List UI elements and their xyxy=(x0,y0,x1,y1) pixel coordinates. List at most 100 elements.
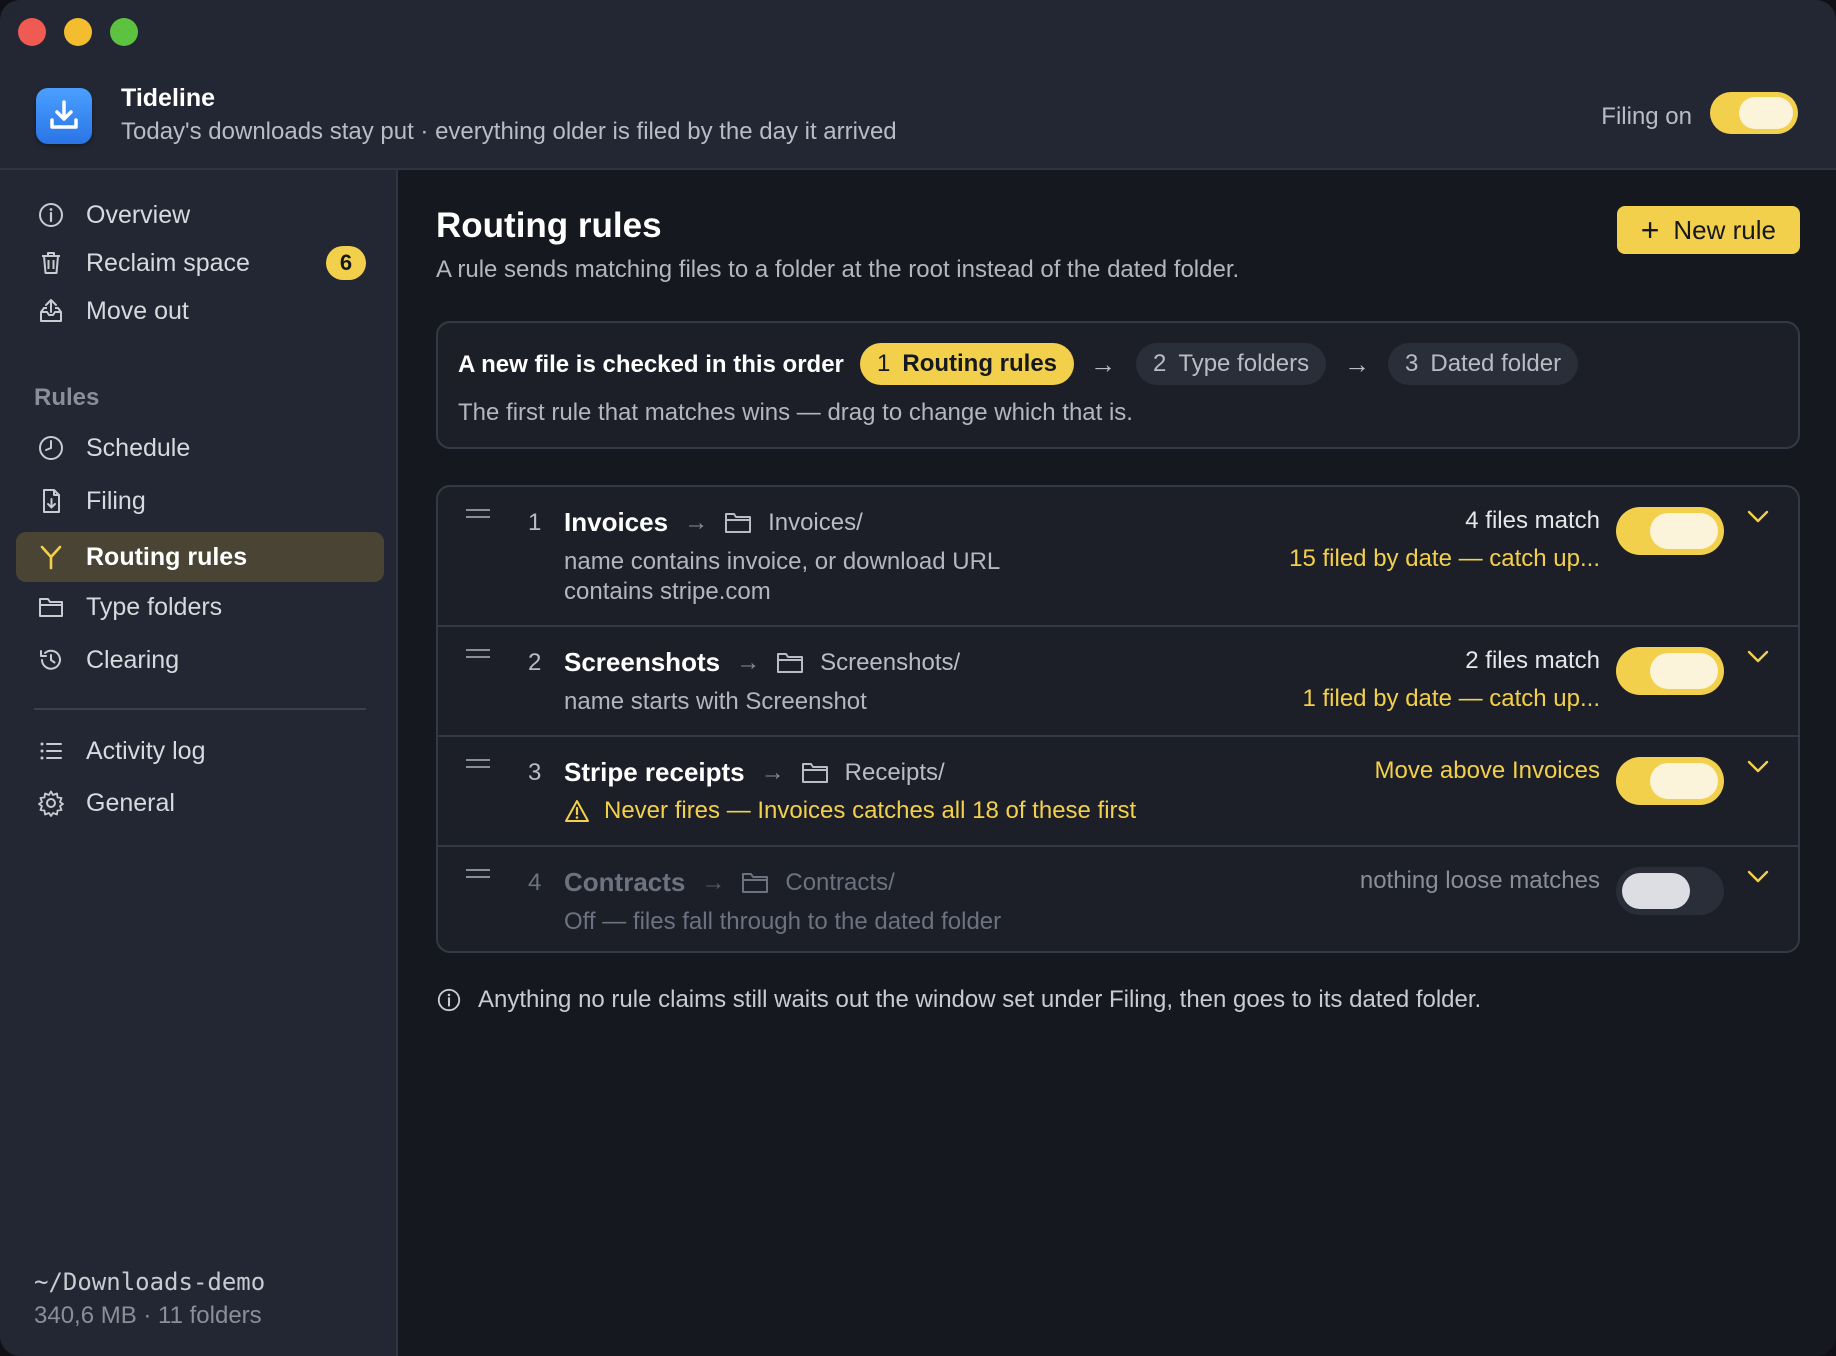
sidebar: Overview Reclaim space 6 Move out Rules … xyxy=(0,170,398,1356)
rule-status: 4 files match 15 filed by date — catch u… xyxy=(1289,507,1600,573)
toggle-knob xyxy=(1650,653,1718,689)
move-above-invoices-link[interactable]: Move above Invoices xyxy=(1375,757,1600,785)
rule-header: Contracts → Contracts/ xyxy=(564,867,895,898)
step-number: 2 xyxy=(1153,350,1167,377)
filing-toggle[interactable] xyxy=(1710,92,1798,134)
drag-handle-icon[interactable] xyxy=(466,869,490,885)
library-meta: 340,6 MB · 11 folders xyxy=(34,1302,262,1329)
sidebar-item-activity-log[interactable]: Activity log xyxy=(16,726,384,776)
chevron-down-icon[interactable] xyxy=(1746,509,1770,525)
order-step-routing-rules[interactable]: 1 Routing rules xyxy=(860,343,1075,385)
rule-name[interactable]: Stripe receipts xyxy=(564,757,745,788)
rule-row-contracts: 4 Contracts → Contracts/ Off — files fal… xyxy=(438,847,1798,951)
step-label: Dated folder xyxy=(1430,350,1562,377)
sidebar-item-label: Type folders xyxy=(86,592,223,621)
rule-enabled-toggle[interactable] xyxy=(1616,757,1724,805)
close-window-button[interactable] xyxy=(18,18,46,46)
arrow-right-icon: → xyxy=(684,508,709,536)
rule-condition-line: name contains invoice, or download URL xyxy=(564,548,1001,575)
unclaimed-files-text: Anything no rule claims still waits out … xyxy=(478,986,1482,1013)
sidebar-item-overview[interactable]: Overview xyxy=(16,190,384,240)
unclaimed-files-note: Anything no rule claims still waits out … xyxy=(436,986,1481,1014)
plus-icon: + xyxy=(1640,212,1660,248)
match-count: 2 files match xyxy=(1465,647,1600,674)
rule-condition: name starts with Screenshot xyxy=(564,688,867,715)
window-controls xyxy=(18,18,138,46)
catch-up-link[interactable]: 15 filed by date — catch up... xyxy=(1289,545,1600,573)
sidebar-item-filing[interactable]: Filing xyxy=(16,476,384,526)
sidebar-item-general[interactable]: General xyxy=(16,778,384,828)
new-rule-label: New rule xyxy=(1673,214,1776,245)
sidebar-item-reclaim-space[interactable]: Reclaim space 6 xyxy=(16,238,384,288)
sidebar-item-routing-rules[interactable]: Routing rules xyxy=(16,532,384,582)
drag-handle-icon[interactable] xyxy=(466,649,490,665)
sidebar-item-label: Routing rules xyxy=(86,542,248,571)
rule-enabled-toggle[interactable] xyxy=(1616,867,1724,915)
chevron-down-icon[interactable] xyxy=(1746,759,1770,775)
app-subtitle: Today's downloads stay put · everything … xyxy=(121,118,897,145)
sidebar-item-move-out[interactable]: Move out xyxy=(16,286,384,336)
sidebar-item-schedule[interactable]: Schedule xyxy=(16,423,384,473)
sidebar-item-label: Reclaim space xyxy=(86,248,250,277)
rule-row-stripe-receipts: 3 Stripe receipts → Receipts/ Never fire… xyxy=(438,737,1798,847)
rule-destination: Receipts/ xyxy=(844,758,945,786)
rule-name[interactable]: Invoices xyxy=(564,507,668,538)
step-label: Type folders xyxy=(1178,350,1310,377)
order-step-dated-folder[interactable]: 3 Dated folder xyxy=(1388,343,1579,385)
folder-icon xyxy=(801,762,828,783)
info-icon xyxy=(36,200,66,230)
rule-header: Invoices → Invoices/ xyxy=(564,507,863,538)
sidebar-item-type-folders[interactable]: Type folders xyxy=(16,582,384,632)
rule-enabled-toggle[interactable] xyxy=(1616,507,1724,555)
rule-name[interactable]: Contracts xyxy=(564,867,685,898)
trash-icon xyxy=(36,248,66,278)
zoom-window-button[interactable] xyxy=(110,18,138,46)
rule-status: 2 files match 1 filed by date — catch up… xyxy=(1302,647,1600,713)
arrow-right-icon: → xyxy=(1344,349,1370,379)
rule-status: Move above Invoices xyxy=(1375,757,1600,785)
rule-status: nothing loose matches xyxy=(1360,867,1600,895)
minimize-window-button[interactable] xyxy=(64,18,92,46)
folder-icon xyxy=(725,512,752,533)
rule-destination: Invoices/ xyxy=(768,508,863,536)
rule-number: 3 xyxy=(528,759,542,786)
sidebar-item-label: Clearing xyxy=(86,645,180,674)
list-icon xyxy=(36,736,66,766)
drag-handle-icon[interactable] xyxy=(466,509,490,525)
arrow-right-icon: → xyxy=(1090,349,1116,379)
rule-condition-line: contains stripe.com xyxy=(564,578,771,605)
sidebar-item-label: Filing xyxy=(86,486,146,515)
fork-icon xyxy=(36,542,66,572)
sidebar-item-label: Move out xyxy=(86,296,189,325)
sidebar-item-clearing[interactable]: Clearing xyxy=(16,635,384,685)
catch-up-link[interactable]: 1 filed by date — catch up... xyxy=(1302,685,1600,713)
chevron-down-icon[interactable] xyxy=(1746,869,1770,885)
rule-name[interactable]: Screenshots xyxy=(564,647,720,678)
folder-icon xyxy=(36,592,66,622)
history-icon xyxy=(36,645,66,675)
rule-number: 1 xyxy=(528,509,542,536)
new-rule-button[interactable]: + New rule xyxy=(1616,206,1800,254)
check-order-note: The first rule that matches wins — drag … xyxy=(458,399,1133,426)
sidebar-item-label: Activity log xyxy=(86,736,206,765)
app-logo-icon xyxy=(36,88,92,144)
rule-enabled-toggle[interactable] xyxy=(1616,647,1724,695)
file-icon xyxy=(36,486,66,516)
sidebar-divider xyxy=(34,708,366,710)
sidebar-item-label: General xyxy=(86,788,175,817)
rule-warning: Never fires — Invoices catches all 18 of… xyxy=(564,797,1136,825)
order-step-type-folders[interactable]: 2 Type folders xyxy=(1136,343,1327,385)
rules-list: 1 Invoices → Invoices/ name contains inv… xyxy=(436,485,1800,953)
gear-icon xyxy=(36,788,66,818)
toggle-knob xyxy=(1622,873,1690,909)
main-content: Routing rules A rule sends matching file… xyxy=(400,170,1836,1356)
drag-handle-icon[interactable] xyxy=(466,759,490,775)
chevron-down-icon[interactable] xyxy=(1746,649,1770,665)
check-order-panel: A new file is checked in this order 1 Ro… xyxy=(436,321,1800,449)
toggle-knob xyxy=(1650,763,1718,799)
app-window: Tideline Today's downloads stay put · ev… xyxy=(0,0,1836,1356)
rule-row-screenshots: 2 Screenshots → Screenshots/ name starts… xyxy=(438,627,1798,737)
sidebar-item-label: Overview xyxy=(86,200,191,229)
rule-number: 4 xyxy=(528,869,542,896)
app-title: Tideline xyxy=(121,84,216,112)
